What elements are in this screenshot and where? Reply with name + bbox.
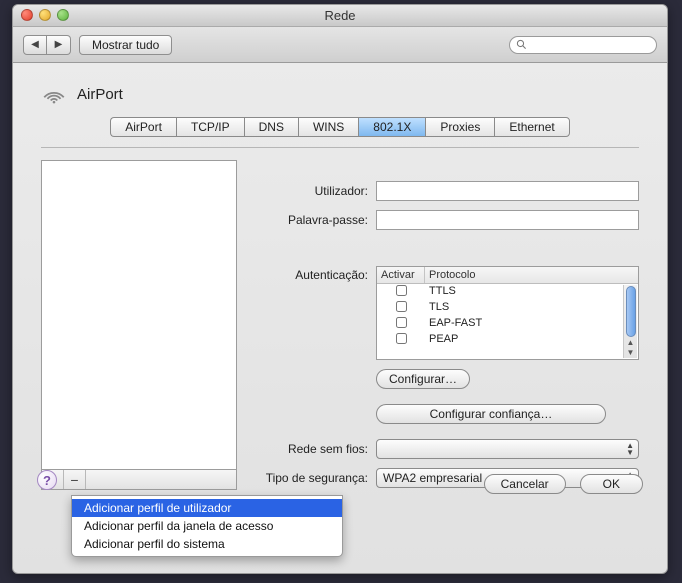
tab-wins[interactable]: WINS <box>298 117 358 137</box>
auth-proto-tls: TLS <box>425 300 638 316</box>
window-title: Rede <box>324 8 355 23</box>
tab-8021x[interactable]: 802.1X <box>358 117 425 137</box>
toolbar: ◀ ▶ Mostrar tudo <box>13 27 667 63</box>
auth-check-eapfast[interactable] <box>396 317 407 328</box>
window-controls <box>21 9 69 21</box>
user-input[interactable] <box>376 181 639 201</box>
cancel-button[interactable]: Cancelar <box>484 474 566 494</box>
add-profile-menu: Adicionar perfil de utilizador Adicionar… <box>71 495 343 557</box>
close-icon[interactable] <box>21 9 33 21</box>
zoom-icon[interactable] <box>57 9 69 21</box>
help-button[interactable]: ? <box>37 470 57 490</box>
back-button[interactable]: ◀ <box>23 35 47 55</box>
auth-row[interactable]: TTLS <box>377 284 638 300</box>
auth-check-peap[interactable] <box>396 333 407 344</box>
menu-item-loginwindow-profile[interactable]: Adicionar perfil da janela de acesso <box>72 517 342 535</box>
configure-trust-button[interactable]: Configurar confiança… <box>376 404 606 424</box>
scrollbar-thumb[interactable] <box>626 286 636 337</box>
tab-dns[interactable]: DNS <box>244 117 298 137</box>
profiles-list[interactable] <box>41 160 237 470</box>
scroll-down-icon[interactable]: ▼ <box>627 348 635 358</box>
menu-item-system-profile[interactable]: Adicionar perfil do sistema <box>72 535 342 553</box>
password-input[interactable] <box>376 210 639 230</box>
search-icon <box>516 39 527 50</box>
auth-col-protocol: Protocolo <box>425 267 638 283</box>
auth-proto-ttls: TTLS <box>425 284 638 300</box>
auth-table[interactable]: Activar Protocolo TTLS TLS <box>376 266 639 360</box>
tab-proxies[interactable]: Proxies <box>425 117 494 137</box>
heading: AirPort <box>41 81 639 107</box>
footer: Cancelar OK <box>484 474 643 494</box>
form-column: Utilizador: Palavra-passe: Autenticação:… <box>251 160 639 490</box>
auth-row[interactable]: PEAP <box>377 332 638 348</box>
airport-icon <box>41 81 67 107</box>
nav-segment: ◀ ▶ <box>23 35 71 55</box>
tab-tcpip[interactable]: TCP/IP <box>176 117 244 137</box>
search-input[interactable] <box>531 39 650 51</box>
menu-item-user-profile[interactable]: Adicionar perfil de utilizador <box>72 499 342 517</box>
forward-button[interactable]: ▶ <box>47 35 71 55</box>
security-value: WPA2 empresarial <box>383 471 482 485</box>
wireless-popup[interactable]: ▲▼ <box>376 439 639 459</box>
pane: + − Utilizador: Palavra-passe: Autentica… <box>41 147 639 490</box>
auth-proto-peap: PEAP <box>425 332 638 348</box>
wireless-label: Rede sem fios: <box>251 442 376 456</box>
preferences-window: Rede ◀ ▶ Mostrar tudo AirPort AirPort TC… <box>12 4 668 574</box>
body: AirPort AirPort TCP/IP DNS WINS 802.1X P… <box>13 63 667 506</box>
auth-check-tls[interactable] <box>396 301 407 312</box>
tab-bar: AirPort TCP/IP DNS WINS 802.1X Proxies E… <box>41 117 639 137</box>
tab-airport[interactable]: AirPort <box>110 117 176 137</box>
page-title: AirPort <box>77 86 123 103</box>
ok-button[interactable]: OK <box>580 474 643 494</box>
auth-row[interactable]: TLS <box>377 300 638 316</box>
auth-row[interactable]: EAP-FAST <box>377 316 638 332</box>
auth-table-header: Activar Protocolo <box>377 267 638 284</box>
auth-proto-eapfast: EAP-FAST <box>425 316 638 332</box>
minimize-icon[interactable] <box>39 9 51 21</box>
scroll-up-icon[interactable]: ▲ <box>627 338 635 348</box>
user-label: Utilizador: <box>251 184 376 198</box>
remove-profile-button[interactable]: − <box>64 470 86 489</box>
profiles-column: + − <box>41 160 237 490</box>
auth-label: Autenticação: <box>251 266 376 360</box>
search-field[interactable] <box>509 36 657 54</box>
tab-ethernet[interactable]: Ethernet <box>494 117 569 137</box>
chevron-updown-icon: ▲▼ <box>626 442 634 456</box>
password-label: Palavra-passe: <box>251 213 376 227</box>
security-label: Tipo de segurança: <box>251 471 376 485</box>
configure-button[interactable]: Configurar… <box>376 369 470 389</box>
auth-col-enable: Activar <box>377 267 425 283</box>
auth-check-ttls[interactable] <box>396 285 407 296</box>
titlebar: Rede <box>13 5 667 27</box>
show-all-button[interactable]: Mostrar tudo <box>79 35 172 55</box>
auth-scrollbar[interactable]: ▲ ▼ <box>623 285 637 358</box>
profiles-list-footer: + − <box>41 470 237 490</box>
